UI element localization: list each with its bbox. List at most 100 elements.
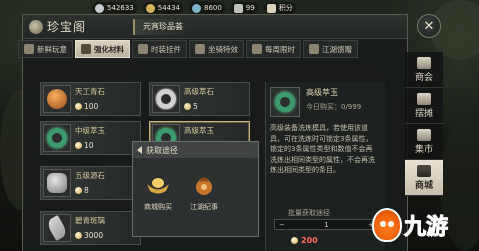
shop-item-advanced-stone[interactable]: 高级萃石 5 (149, 82, 250, 116)
item-price: 100 (75, 102, 98, 111)
nav-label: 商城 (414, 180, 433, 191)
nav-stall[interactable]: 摆摊 (405, 88, 443, 124)
item-name: 高级萃玉 (184, 126, 214, 135)
mall-icon (417, 164, 431, 177)
currency-points-label: 积分 (278, 4, 293, 12)
shop-item-bluegreen-glass[interactable]: 碧青斑璃 3000 (40, 211, 141, 245)
tab-enhancement-materials[interactable]: 强化材料 (75, 40, 130, 58)
pavilion-emblem-icon (29, 19, 43, 34)
currency-bound: 99 (230, 2, 258, 14)
watermark: 九游 (372, 208, 449, 242)
watermark-text: 九游 (403, 215, 449, 241)
currency-jade: 8600 (189, 2, 225, 14)
watermark-logo-icon (372, 208, 402, 242)
nav-label: 集市 (414, 144, 433, 155)
tab-label: 每周限时 (265, 44, 295, 54)
item-name: 天工青石 (75, 87, 105, 96)
nav-label: 摆摊 (414, 108, 433, 119)
tab-weekly-limited[interactable]: 每周限时 (246, 40, 301, 58)
gift-icon (309, 44, 319, 54)
coin-icon (184, 103, 191, 110)
tab-label: 坐骑特效 (208, 44, 238, 54)
total-price-value: 200 (301, 236, 318, 245)
event-subtitle[interactable]: 元宵珍品荟 (133, 19, 191, 35)
tab-label: 新鲜玩意 (37, 44, 67, 54)
tab-label: 江湖馈赠 (322, 44, 352, 54)
fashion-icon (138, 44, 148, 54)
gold-ingot-icon (145, 3, 155, 13)
minus-icon[interactable]: − (279, 221, 285, 229)
page-title-text: 珍宝阁 (47, 20, 87, 34)
item-price: 10 (75, 141, 94, 150)
jade-coin-icon (192, 3, 202, 13)
market-icon (417, 128, 431, 141)
nav-label: 商会 (414, 72, 433, 83)
currency-bound-value: 99 (245, 4, 255, 12)
popup-header: 获取途径 (133, 142, 258, 158)
source-label: 江湖纪事 (190, 203, 218, 211)
currency-points[interactable]: 积分 (263, 2, 296, 14)
item-detail-pane: 高级萃玉 今日购买：0/999 高级装备洗炼模具，若使用该道具，可在洗炼时可锁定… (265, 82, 385, 251)
building-icon (417, 56, 431, 69)
item-name: 中级萃玉 (75, 126, 105, 135)
orange-stone-icon (47, 89, 67, 109)
detail-item-name: 高级萃玉 (306, 88, 338, 97)
lock-icon (233, 3, 243, 13)
item-name: 高级萃石 (184, 87, 214, 96)
item-thumb (152, 85, 180, 113)
arrow-left-icon (137, 146, 142, 154)
close-button[interactable]: ✕ (417, 14, 441, 38)
bulk-acquire-link[interactable]: 批量获取途径 (288, 208, 330, 218)
total-price: 200 (291, 236, 318, 245)
item-thumb (43, 85, 71, 113)
source-icon (144, 171, 172, 199)
source-jianghu-chronicle[interactable]: 江湖纪事 (187, 171, 221, 212)
clock-icon (252, 44, 262, 54)
green-jade-ring-icon (275, 92, 295, 112)
item-thumb (43, 169, 71, 197)
item-thumb (43, 214, 71, 242)
coin-icon (75, 187, 82, 194)
coin-icon (75, 142, 82, 149)
tab-jianghu-gifts[interactable]: 江湖馈赠 (303, 40, 358, 58)
item-price: 3000 (75, 231, 103, 240)
points-icon (266, 3, 276, 13)
tab-label: 时装挂件 (151, 44, 181, 54)
shop-item-level5-source-stone[interactable]: 五级源石 8 (40, 166, 141, 200)
detail-thumb (270, 87, 300, 117)
item-name: 五级源石 (75, 171, 105, 180)
nav-mall[interactable]: 商城 (405, 160, 443, 196)
stall-icon (417, 92, 431, 105)
tab-mount-effects[interactable]: 坐骑特效 (189, 40, 244, 58)
novelty-icon (24, 44, 34, 54)
coin-icon (75, 103, 82, 110)
detail-description: 高级装备洗炼模具，若使用该道具，可在洗炼时可锁定3条属性，锁定的3条属性类型和数… (270, 124, 375, 174)
shop-side-nav: 商会 摆摊 集市 商城 (405, 52, 443, 196)
mount-icon (195, 44, 205, 54)
feather-icon (45, 214, 69, 242)
nav-market[interactable]: 集市 (405, 124, 443, 160)
currency-silver: 542633 (92, 2, 137, 14)
item-name: 碧青斑璃 (75, 216, 105, 225)
quantity-value: 1 (324, 220, 329, 229)
close-icon: ✕ (423, 18, 435, 34)
currency-gold-value: 54434 (157, 4, 181, 12)
shop-item-tiangong-stone[interactable]: 天工青石 100 (40, 82, 141, 116)
currency-gold: 54434 (142, 2, 184, 14)
item-thumb (43, 124, 71, 152)
tab-novelties[interactable]: 新鲜玩意 (18, 40, 73, 58)
quantity-stepper[interactable]: − 1 + (274, 219, 379, 230)
silver-coin-icon (95, 3, 104, 13)
tab-label: 强化材料 (94, 44, 124, 54)
coin-icon (75, 232, 82, 239)
nav-chamber-of-commerce[interactable]: 商会 (405, 52, 443, 88)
source-mall-purchase[interactable]: 商城购买 (141, 171, 175, 212)
category-tabs: 新鲜玩意 强化材料 时装挂件 坐骑特效 每周限时 江湖馈赠 (18, 40, 358, 58)
tab-fashion-accessories[interactable]: 时装挂件 (132, 40, 187, 58)
white-jade-ring-icon (156, 89, 176, 109)
shop-item-intermediate-jade[interactable]: 中级萃玉 10 (40, 121, 141, 155)
green-jade-ring-icon (47, 128, 67, 148)
enhance-icon (81, 44, 91, 54)
item-price: 8 (75, 186, 89, 195)
source-icon (190, 171, 218, 199)
